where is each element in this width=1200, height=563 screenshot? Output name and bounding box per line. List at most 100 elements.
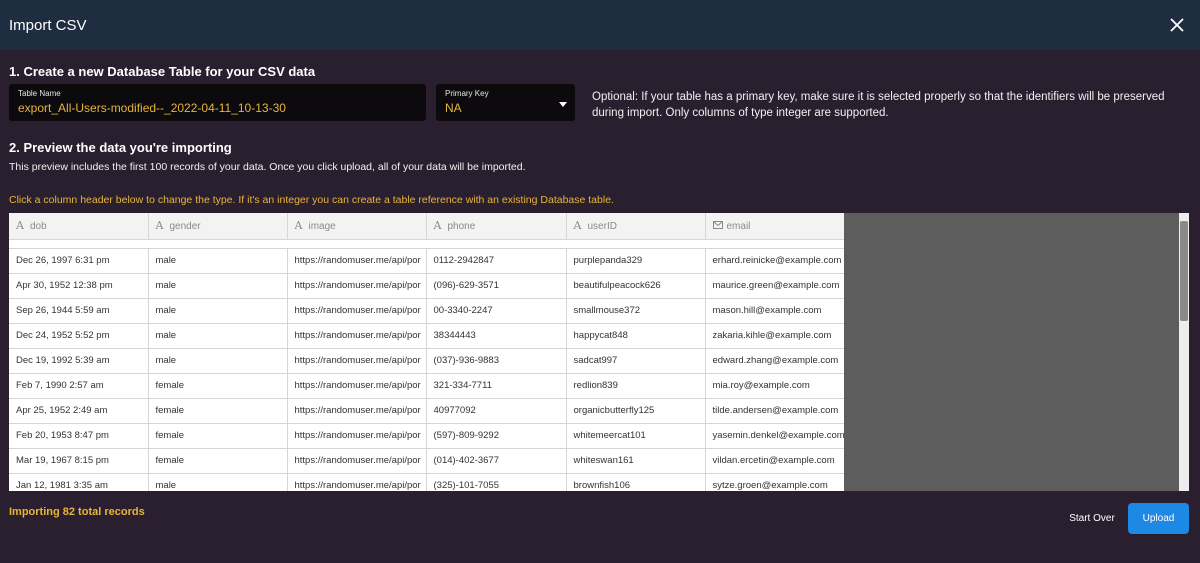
section-create-table-title: 1. Create a new Database Table for your …	[9, 64, 316, 79]
scrollbar-thumb[interactable]	[1180, 221, 1188, 321]
text-type-icon: A	[573, 219, 582, 233]
table-cell: (597)-809-9292	[426, 423, 567, 449]
table-cell: female	[148, 398, 288, 424]
table-cell: brownfish106	[566, 473, 706, 491]
text-type-icon: A	[16, 219, 24, 233]
table-cell: (014)-402-3677	[426, 448, 567, 474]
upload-button[interactable]: Upload	[1128, 503, 1189, 534]
table-row: Dec 19, 1992 5:39 am male https://randomus…	[9, 348, 844, 374]
table-cell: https://randomuser.me/api/por	[287, 398, 427, 424]
table-cell: Apr 25, 1952 2:49 am	[9, 398, 149, 424]
table-name-label: Table Name	[18, 89, 61, 98]
column-header-label: phone	[447, 221, 476, 233]
table-cell: female	[148, 423, 288, 449]
column-header-phone[interactable]: Aphone	[426, 213, 567, 240]
table-cell: Feb 20, 1953 8:47 pm	[9, 423, 149, 449]
modal-title: Import CSV	[9, 16, 87, 34]
table-cell: zakaria.kihle@example.com	[705, 323, 844, 349]
table-row: Sep 26, 1944 5:59 am male https://randomus…	[9, 298, 844, 324]
section-preview-title: 2. Preview the data you're importing	[9, 140, 232, 155]
column-header-label: userID	[587, 221, 617, 233]
table-cell: male	[148, 298, 288, 324]
table-cell: sytze.groen@example.com	[705, 473, 844, 491]
column-header-label: gender	[169, 221, 201, 233]
table-cell: (096)-629-3571	[426, 273, 567, 299]
table-cell: (037)-936-9883	[426, 348, 567, 374]
table-name-field[interactable]: Table Name export_All-Users-modified--_2…	[9, 84, 426, 121]
chevron-down-icon	[559, 102, 567, 107]
import-status: Importing 82 total records	[9, 506, 145, 518]
table-cell: https://randomuser.me/api/por	[287, 248, 427, 274]
table-cell: https://randomuser.me/api/por	[287, 273, 427, 299]
table-empty-area	[844, 213, 1179, 491]
preview-description: This preview includes the first 100 reco…	[9, 161, 526, 173]
table-cell: Dec 26, 1997 6:31 pm	[9, 248, 149, 274]
table-cell: male	[148, 473, 288, 491]
email-type-icon	[712, 219, 727, 232]
primary-key-note: Optional: If your table has a primary ke…	[592, 91, 1165, 119]
table-row: Jan 12, 1981 3:35 am male https://randomus…	[9, 473, 844, 491]
table-cell: tilde.andersen@example.com	[705, 398, 844, 424]
table-cell: Dec 19, 1992 5:39 am	[9, 348, 149, 374]
table-cell: edward.zhang@example.com	[705, 348, 844, 374]
table-cell: Apr 30, 1952 12:38 pm	[9, 273, 149, 299]
table-cell: https://randomuser.me/api/por	[287, 423, 427, 449]
column-header-gender[interactable]: Agender	[148, 213, 288, 240]
table-cell: purplepanda329	[566, 248, 706, 274]
preview-table: Adob Agender Aimage Aphone AuserID email Dec …	[9, 213, 844, 491]
column-header-userid[interactable]: AuserID	[566, 213, 706, 240]
table-cell: Dec 24, 1952 5:52 pm	[9, 323, 149, 349]
table-scrollbar[interactable]	[1179, 213, 1189, 491]
column-header-email[interactable]: email	[705, 213, 844, 240]
start-over-button[interactable]: Start Over	[1064, 505, 1120, 532]
text-type-icon: A	[433, 219, 442, 233]
close-icon[interactable]	[1166, 14, 1188, 36]
table-cell: yasemin.denkel@example.com	[705, 423, 844, 449]
table-cell: female	[148, 448, 288, 474]
table-cell: 0112-2942847	[426, 248, 567, 274]
table-cell: https://randomuser.me/api/por	[287, 473, 427, 491]
table-cell: mason.hill@example.com	[705, 298, 844, 324]
primary-key-value: NA	[445, 101, 462, 115]
table-row: Apr 25, 1952 2:49 am female https://random…	[9, 398, 844, 424]
table-cell: male	[148, 323, 288, 349]
table-row: Dec 26, 1997 6:31 pm male https://randomus…	[9, 248, 844, 274]
table-cell: https://randomuser.me/api/por	[287, 298, 427, 324]
table-cell: whiteswan161	[566, 448, 706, 474]
table-cell: maurice.green@example.com	[705, 273, 844, 299]
table-cell: Jan 12, 1981 3:35 am	[9, 473, 149, 491]
table-cell: male	[148, 348, 288, 374]
column-header-image[interactable]: Aimage	[287, 213, 427, 240]
table-cell: https://randomuser.me/api/por	[287, 348, 427, 374]
table-cell: happycat848	[566, 323, 706, 349]
column-header-dob[interactable]: Adob	[9, 213, 149, 240]
table-cell: Feb 7, 1990 2:57 am	[9, 373, 149, 399]
table-row: Feb 20, 1953 8:47 pm female https://random…	[9, 423, 844, 449]
table-cell: 00-3340-2247	[426, 298, 567, 324]
table-cell: male	[148, 248, 288, 274]
table-cell: 38344443	[426, 323, 567, 349]
table-cell: whitemeercat101	[566, 423, 706, 449]
column-header-label: dob	[30, 221, 47, 233]
table-row: Dec 24, 1952 5:52 pm male https://randomus…	[9, 323, 844, 349]
table-cell: mia.roy@example.com	[705, 373, 844, 399]
table-cell: male	[148, 273, 288, 299]
text-type-icon: A	[155, 219, 164, 233]
table-cell: smallmouse372	[566, 298, 706, 324]
table-name-input[interactable]: export_All-Users-modified--_2022-04-11_1…	[18, 101, 417, 115]
primary-key-select[interactable]: Primary Key NA	[436, 84, 575, 121]
table-header-row: Adob Agender Aimage Aphone AuserID email	[9, 213, 844, 240]
table-cell: erhard.reinicke@example.com	[705, 248, 844, 274]
table-cell: https://randomuser.me/api/por	[287, 323, 427, 349]
column-header-label: image	[308, 221, 336, 233]
primary-key-label: Primary Key	[445, 89, 489, 98]
table-cell: 40977092	[426, 398, 567, 424]
table-cell: https://randomuser.me/api/por	[287, 448, 427, 474]
column-type-hint: Click a column header below to change th…	[9, 194, 614, 206]
table-cell: Sep 26, 1944 5:59 am	[9, 298, 149, 324]
table-row: Feb 7, 1990 2:57 am female https://randomu…	[9, 373, 844, 399]
table-cell: https://randomuser.me/api/por	[287, 373, 427, 399]
table-cell: redlion839	[566, 373, 706, 399]
text-type-icon: A	[294, 219, 303, 233]
table-cell: Mar 19, 1967 8:15 pm	[9, 448, 149, 474]
